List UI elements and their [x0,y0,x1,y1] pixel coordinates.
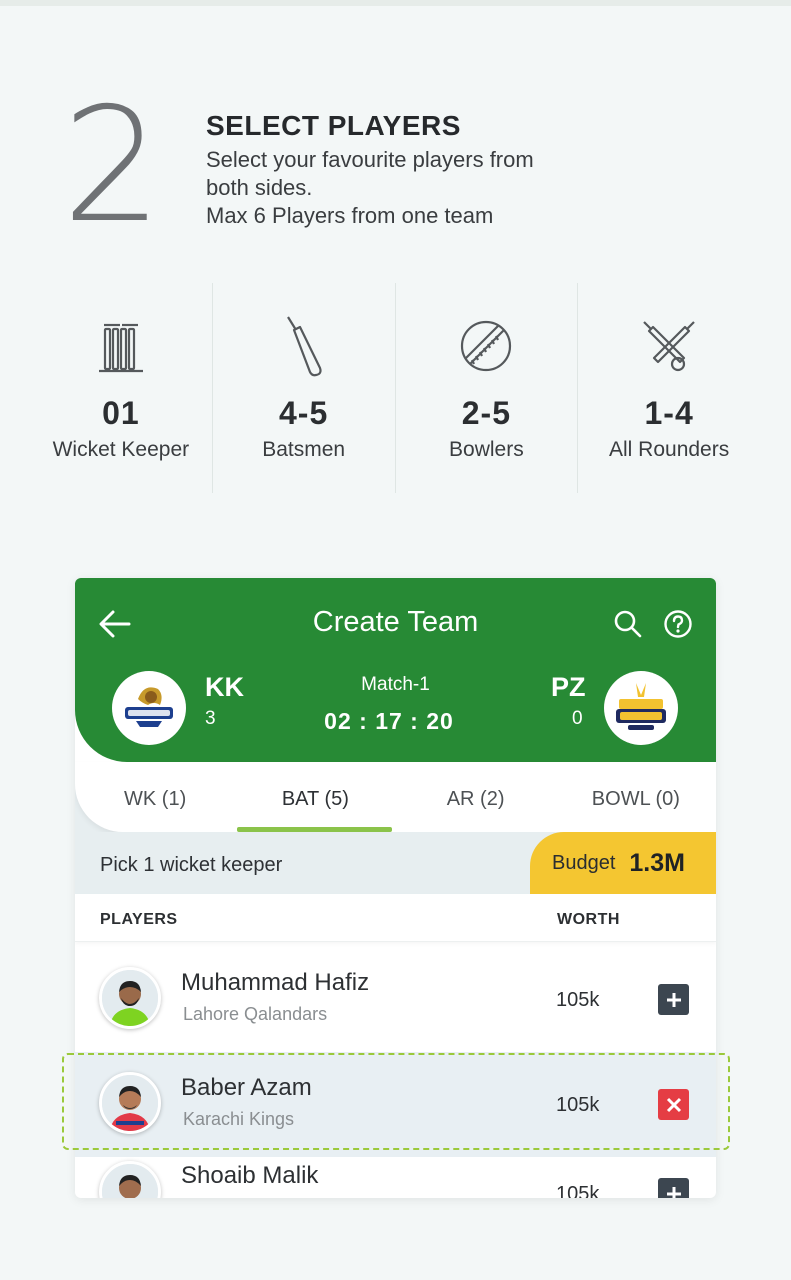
pick-info-row: Pick 1 wicket keeper Budget 1.3M [75,832,716,894]
role-count: 01 [102,395,140,431]
step-text: SELECT PLAYERS Select your favourite pla… [206,110,626,230]
step-number: 2 [62,74,163,258]
cricket-bat-icon [282,311,326,381]
help-icon[interactable] [663,609,693,639]
role-count: 4-5 [279,395,329,431]
create-team-screen: Create Team KK 3 Match-1 02 : 17 : 20 PZ… [75,578,716,1198]
step-desc-line: Select your favourite players from [206,147,534,172]
pick-instruction: Pick 1 wicket keeper [100,854,283,876]
role-batsmen: 4-5 Batsmen [213,283,396,493]
team-right-score: 0 [572,708,583,729]
crossed-bats-icon [640,311,698,381]
top-strip [0,0,791,6]
column-players: PLAYERS [100,911,178,928]
step-description: Select your favourite players from both … [206,146,626,230]
player-row[interactable]: Shoaib Malik 105k [75,1157,716,1198]
player-worth: 105k [556,989,600,1011]
peshawar-zalmi-logo [604,671,678,745]
player-team: Karachi Kings [183,1109,295,1129]
role-requirements: 01 Wicket Keeper 4-5 Batsmen 2-5 Bowlers… [30,283,760,493]
wicket-stumps-icon [96,311,146,381]
role-count: 2-5 [461,395,511,431]
role-label: Batsmen [262,438,346,461]
role-label: Bowlers [449,438,524,461]
add-player-button[interactable] [658,1178,689,1198]
player-name: Muhammad Hafiz [181,969,370,996]
app-header: Create Team KK 3 Match-1 02 : 17 : 20 PZ… [75,578,716,762]
player-team: Lahore Qalandars [183,1004,328,1024]
remove-player-button[interactable] [658,1089,689,1120]
role-wicket-keeper: 01 Wicket Keeper [30,283,213,493]
budget-label: Budget [552,851,616,874]
tab-wk[interactable]: WK (1) [75,762,235,832]
player-name: Baber Azam [181,1074,312,1101]
step-desc-line: Max 6 Players from one team [206,203,494,228]
player-avatar [99,967,161,1029]
player-avatar [99,1161,161,1198]
role-label: Wicket Keeper [52,438,190,461]
player-avatar [99,1072,161,1134]
player-row[interactable]: Muhammad Hafiz Lahore Qalandars 105k [75,947,716,1052]
role-bowlers: 2-5 Bowlers [396,283,579,493]
step-desc-line: both sides. [206,175,313,200]
budget-value: 1.3M [629,848,685,877]
search-icon[interactable] [613,609,643,639]
budget-badge: Budget 1.3M [530,832,716,894]
player-name: Shoaib Malik [181,1162,319,1189]
add-player-button[interactable] [658,984,689,1015]
player-worth: 105k [556,1094,600,1116]
role-all-rounders: 1-4 All Rounders [578,283,760,493]
role-count: 1-4 [644,395,694,431]
column-worth: WORTH [557,911,620,928]
role-label: All Rounders [609,438,730,461]
cricket-ball-icon [458,311,514,381]
step-title: SELECT PLAYERS [206,110,461,141]
team-right-code: PZ [551,672,586,702]
player-row-selected[interactable]: Baber Azam Karachi Kings 105k [75,1052,716,1157]
player-worth: 105k [556,1183,600,1198]
role-tabs: WK (1) BAT (5) AR (2) BOWL (0) [75,762,716,832]
tab-bowl[interactable]: BOWL (0) [556,762,716,832]
tab-bat[interactable]: BAT (5) [235,762,395,832]
tab-ar[interactable]: AR (2) [396,762,556,832]
player-list-header: PLAYERS WORTH [75,894,716,942]
